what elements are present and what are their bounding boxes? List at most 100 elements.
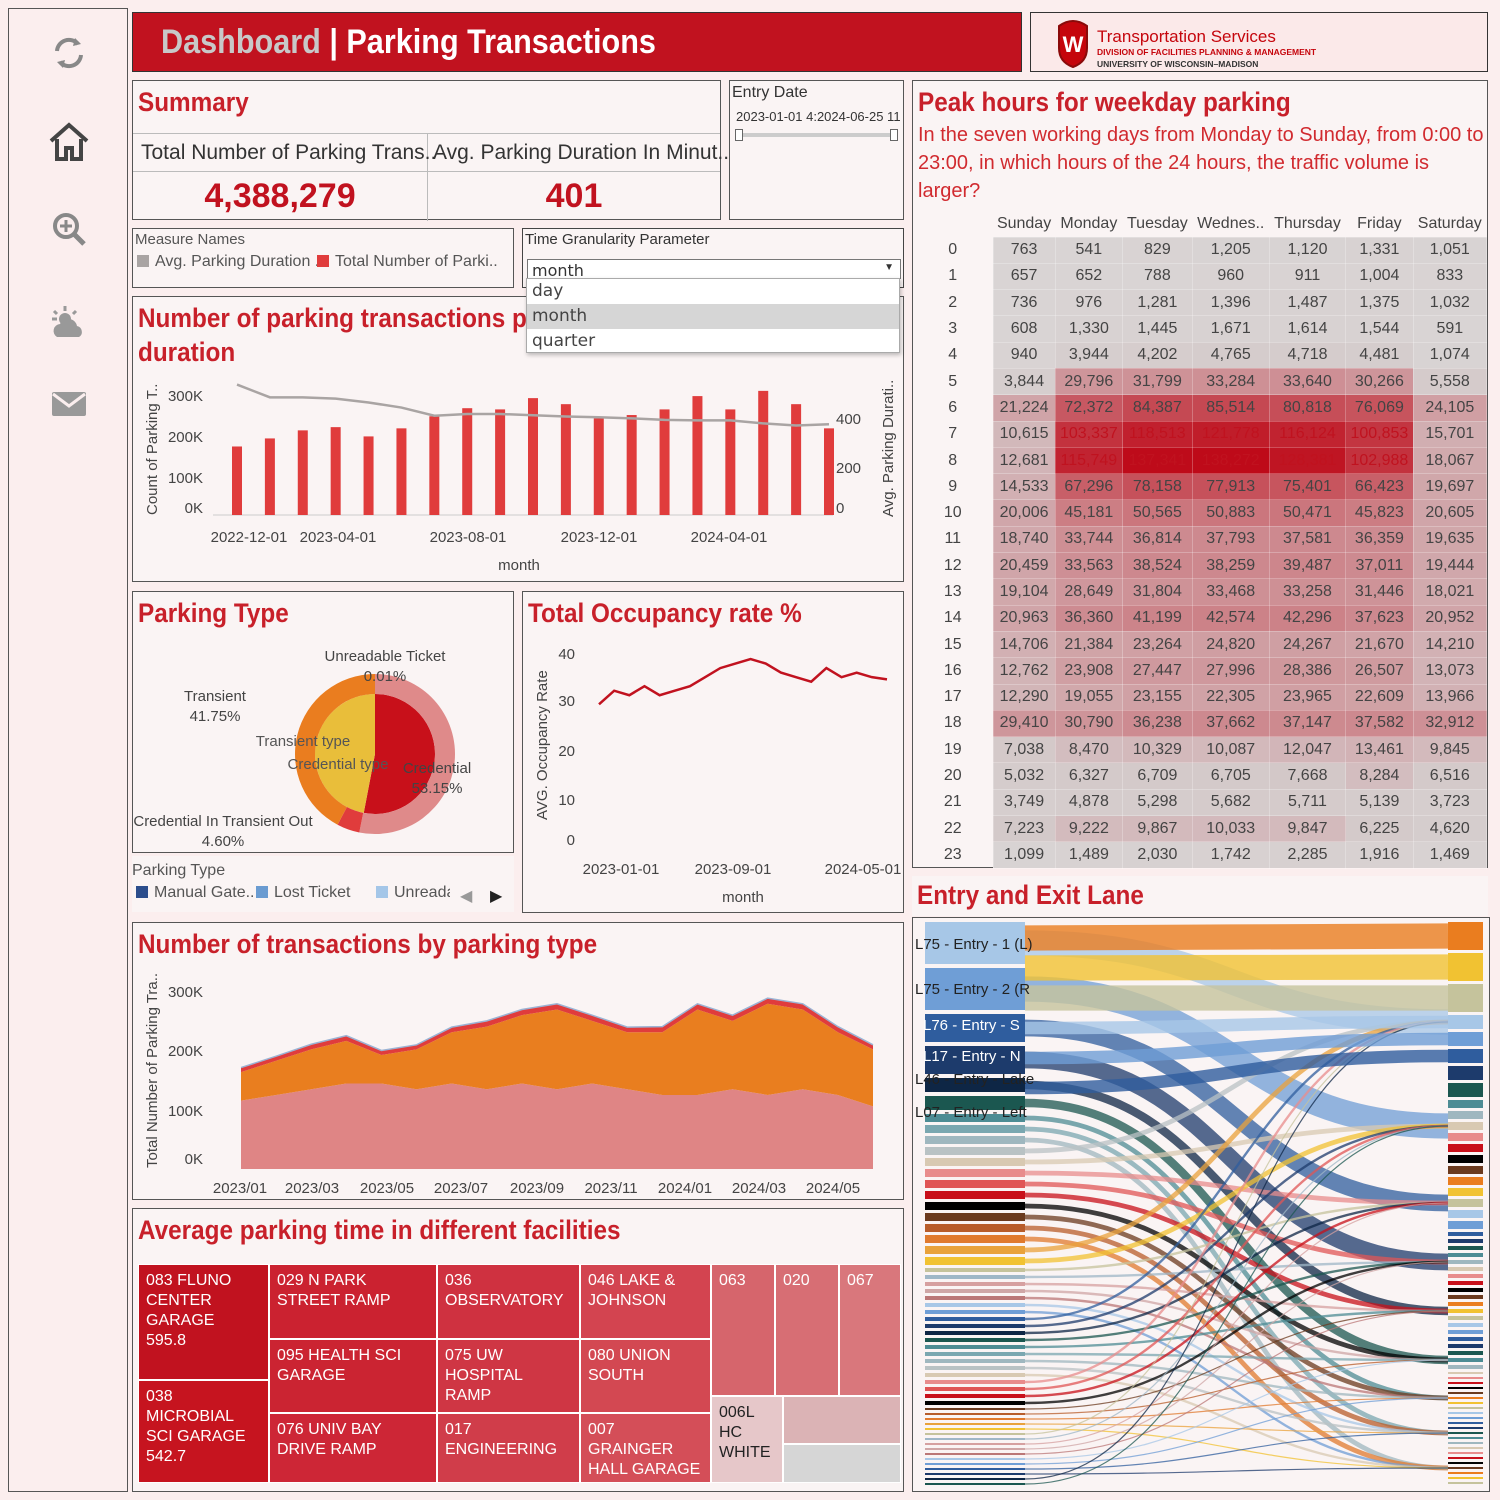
heatmap-cell[interactable]: 31,799 (1122, 367, 1193, 396)
legend-next-icon[interactable]: ▶ (490, 886, 502, 906)
heatmap-cell[interactable]: 10,033 (1191, 815, 1270, 843)
facility-tile[interactable]: 017 ENGINEERING (437, 1413, 580, 1483)
heatmap-cell[interactable]: 23,155 (1122, 683, 1193, 711)
heatmap-cell[interactable]: 50,471 (1268, 499, 1347, 527)
heatmap-cell[interactable]: 50,565 (1122, 499, 1193, 527)
heatmap-cell[interactable]: 1,375 (1345, 289, 1414, 317)
heatmap-cell[interactable]: 13,073 (1412, 657, 1488, 685)
facility-tile[interactable]: 095 HEALTH SCI GARAGE (269, 1339, 437, 1413)
heatmap-cell[interactable]: 13,966 (1412, 683, 1488, 711)
heatmap-cell[interactable]: 20,963 (992, 604, 1056, 632)
heatmap-cell[interactable]: 5,298 (1122, 788, 1193, 817)
heatmap-cell[interactable]: 5,558 (1412, 367, 1488, 396)
heatmap-cell[interactable]: 36,360 (1054, 604, 1124, 632)
heatmap-cell[interactable]: 763 (992, 236, 1056, 264)
heatmap-cell[interactable]: 76,069 (1345, 394, 1414, 422)
heatmap-cell[interactable]: 30,266 (1345, 367, 1414, 396)
heatmap-cell[interactable]: 37,011 (1345, 552, 1414, 580)
heatmap-cell[interactable]: 36,359 (1345, 525, 1414, 554)
heatmap-cell[interactable]: 14,706 (992, 630, 1056, 659)
heatmap-cell[interactable]: 37,581 (1268, 525, 1347, 554)
weather-icon[interactable] (49, 303, 89, 343)
heatmap-cell[interactable]: 12,762 (992, 657, 1056, 685)
heatmap-cell[interactable]: 3,844 (992, 367, 1056, 396)
facility-tile[interactable]: 020 (775, 1264, 839, 1396)
heatmap-cell[interactable]: 33,744 (1054, 525, 1124, 554)
heatmap-cell[interactable]: 80,818 (1268, 394, 1347, 422)
refresh-icon[interactable] (51, 35, 87, 71)
heatmap-cell[interactable]: 26,507 (1345, 657, 1414, 685)
heatmap-cell[interactable]: 5,682 (1191, 788, 1270, 817)
facility-tile[interactable]: 038 MICROBIAL SCI GARAGE 542.7 (138, 1380, 269, 1483)
heatmap-cell[interactable]: 1,004 (1345, 262, 1414, 291)
heatmap-cell[interactable]: 36,814 (1122, 525, 1193, 554)
date-slider-start[interactable] (735, 129, 743, 141)
heatmap-cell[interactable]: 39,487 (1268, 552, 1347, 580)
legend-item-unreadable[interactable]: Unreada (394, 884, 450, 902)
heatmap-cell[interactable]: 829 (1122, 236, 1193, 264)
heatmap-cell[interactable]: 608 (992, 315, 1056, 343)
heatmap-cell[interactable]: 976 (1054, 289, 1124, 317)
heatmap-cell[interactable]: 10,329 (1122, 736, 1193, 764)
heatmap-cell[interactable]: 45,181 (1054, 499, 1124, 527)
heatmap-cell[interactable]: 12,681 (992, 446, 1056, 475)
heatmap-cell[interactable]: 1,032 (1412, 289, 1488, 317)
heatmap-cell[interactable]: 18,067 (1412, 446, 1488, 475)
heatmap-cell[interactable]: 1,281 (1122, 289, 1193, 317)
heatmap-cell[interactable]: 4,718 (1268, 341, 1347, 369)
heatmap-cell[interactable]: 7,668 (1268, 762, 1347, 790)
heatmap-cell[interactable]: 4,620 (1412, 815, 1488, 843)
heatmap-cell[interactable]: 1,051 (1412, 236, 1488, 264)
heatmap-cell[interactable]: 24,105 (1412, 394, 1488, 422)
heatmap-cell[interactable]: 72,372 (1054, 394, 1124, 422)
heatmap-cell[interactable]: 50,883 (1191, 499, 1270, 527)
heatmap-cell[interactable]: 6,705 (1191, 762, 1270, 790)
heatmap-cell[interactable]: 24,267 (1268, 630, 1347, 659)
heatmap-cell[interactable]: 20,952 (1412, 604, 1488, 632)
heatmap-cell[interactable]: 3,944 (1054, 341, 1124, 369)
heatmap-cell[interactable]: 31,446 (1345, 578, 1414, 606)
heatmap-cell[interactable]: 1,916 (1345, 841, 1414, 869)
heatmap-cell[interactable]: 13,461 (1345, 736, 1414, 764)
heatmap-cell[interactable]: 37,793 (1191, 525, 1270, 554)
heatmap-cell[interactable]: 33,563 (1054, 552, 1124, 580)
heatmap-cell[interactable]: 960 (1191, 262, 1270, 291)
heatmap-cell[interactable]: 28,649 (1054, 578, 1124, 606)
heatmap-cell[interactable]: 3,723 (1412, 788, 1488, 817)
heatmap-cell[interactable]: 591 (1412, 315, 1488, 343)
zoom-in-icon[interactable] (51, 211, 87, 247)
heatmap-cell[interactable]: 12,290 (992, 683, 1056, 711)
heatmap-cell[interactable]: 36,238 (1122, 709, 1193, 738)
heatmap-cell[interactable]: 7,223 (992, 815, 1056, 843)
heatmap-cell[interactable]: 28,386 (1268, 657, 1347, 685)
heatmap-cell[interactable]: 37,623 (1345, 604, 1414, 632)
facility-tile[interactable]: 046 LAKE & JOHNSON (580, 1264, 711, 1339)
heatmap-cell[interactable]: 8,470 (1054, 736, 1124, 764)
heatmap-cell[interactable]: 736 (992, 289, 1056, 317)
heatmap-cell[interactable]: 128,381 (1268, 446, 1347, 475)
heatmap-cell[interactable]: 20,006 (992, 499, 1056, 527)
date-slider-track[interactable] (738, 133, 896, 137)
heatmap-cell[interactable]: 1,489 (1054, 841, 1124, 869)
legend-item-manual[interactable]: Manual Gate.. (154, 884, 255, 902)
heatmap-cell[interactable]: 12,047 (1268, 736, 1347, 764)
heatmap-cell[interactable]: 10,615 (992, 420, 1056, 448)
heatmap-cell[interactable]: 27,447 (1122, 657, 1193, 685)
heatmap-cell[interactable]: 4,878 (1054, 788, 1124, 817)
heatmap-cell[interactable]: 1,445 (1122, 315, 1193, 343)
heatmap-cell[interactable]: 9,845 (1412, 736, 1488, 764)
heatmap-cell[interactable]: 103,337 (1054, 420, 1124, 448)
heatmap-cell[interactable]: 19,104 (992, 578, 1056, 606)
facility-tile[interactable]: 076 UNIV BAY DRIVE RAMP (269, 1413, 437, 1483)
heatmap-cell[interactable]: 10,087 (1191, 736, 1270, 764)
date-slider-end[interactable] (890, 129, 898, 141)
heatmap-cell[interactable]: 1,120 (1268, 236, 1347, 264)
heatmap-cell[interactable]: 19,697 (1412, 473, 1488, 501)
heatmap-cell[interactable]: 5,032 (992, 762, 1056, 790)
heatmap-cell[interactable]: 23,908 (1054, 657, 1124, 685)
heatmap-cell[interactable]: 84,387 (1122, 394, 1193, 422)
heatmap-cell[interactable]: 45,823 (1345, 499, 1414, 527)
heatmap-cell[interactable]: 20,459 (992, 552, 1056, 580)
heatmap-cell[interactable]: 15,701 (1412, 420, 1488, 448)
heatmap-cell[interactable]: 9,867 (1122, 815, 1193, 843)
